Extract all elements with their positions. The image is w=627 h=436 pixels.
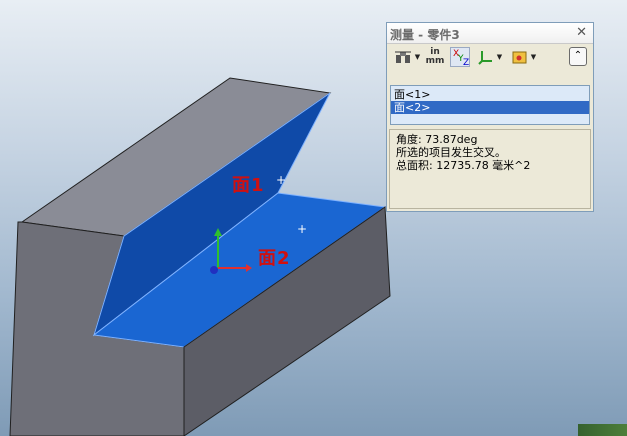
xyz-icon: X Y Z [450, 47, 470, 68]
folder-icon [512, 51, 527, 64]
history-button[interactable]: ▼ [509, 47, 539, 67]
axes-icon [478, 51, 492, 65]
arc-circle-measure-button[interactable]: ▼ [392, 47, 422, 67]
measure-titlebar[interactable]: 测量 - 零件3 ✕ [387, 23, 593, 44]
binoculars-icon [394, 51, 411, 63]
close-icon[interactable]: ✕ [576, 25, 587, 40]
selection-item-face1[interactable]: 面<1> [391, 88, 589, 101]
units-mm-label: mm [425, 56, 445, 66]
face1-label: 面1 [232, 175, 265, 196]
units-precision-button[interactable]: in mm [425, 47, 445, 67]
coordinate-system-button[interactable]: ▼ [475, 47, 505, 67]
measure-results: 角度: 73.87deg 所选的项目发生交叉。 总面积: 12735.78 毫米… [389, 129, 591, 209]
selection-item-face2[interactable]: 面<2> [391, 101, 589, 114]
intersect-result: 所选的项目发生交叉。 [396, 146, 506, 159]
total-area-result: 总面积: 12735.78 毫米^2 [396, 159, 531, 172]
angle-result: 角度: 73.87deg [396, 133, 478, 146]
chevron-down-icon[interactable]: ▼ [497, 53, 502, 61]
collapse-button[interactable]: ⌃ [569, 47, 587, 66]
chevron-up-icon: ⌃ [573, 50, 583, 61]
chevron-down-icon[interactable]: ▼ [531, 53, 536, 61]
chevron-down-icon[interactable]: ▼ [415, 53, 420, 61]
selection-list[interactable]: 面<1> 面<2> [390, 85, 590, 125]
measure-toolbar: ▼ in mm X Y Z ▼ ▼ ⌃ [387, 44, 593, 70]
face2-marker: + [297, 222, 308, 236]
face1-marker: + [276, 173, 287, 187]
xyz-measure-button[interactable]: X Y Z [449, 47, 471, 68]
face2-label: 面2 [258, 248, 291, 269]
measure-panel[interactable]: 测量 - 零件3 ✕ ▼ in mm X Y Z ▼ ▼ ⌃ 面<1> 面<2>… [386, 22, 594, 212]
status-corner [578, 424, 627, 436]
panel-title: 测量 - 零件3 [390, 28, 460, 42]
